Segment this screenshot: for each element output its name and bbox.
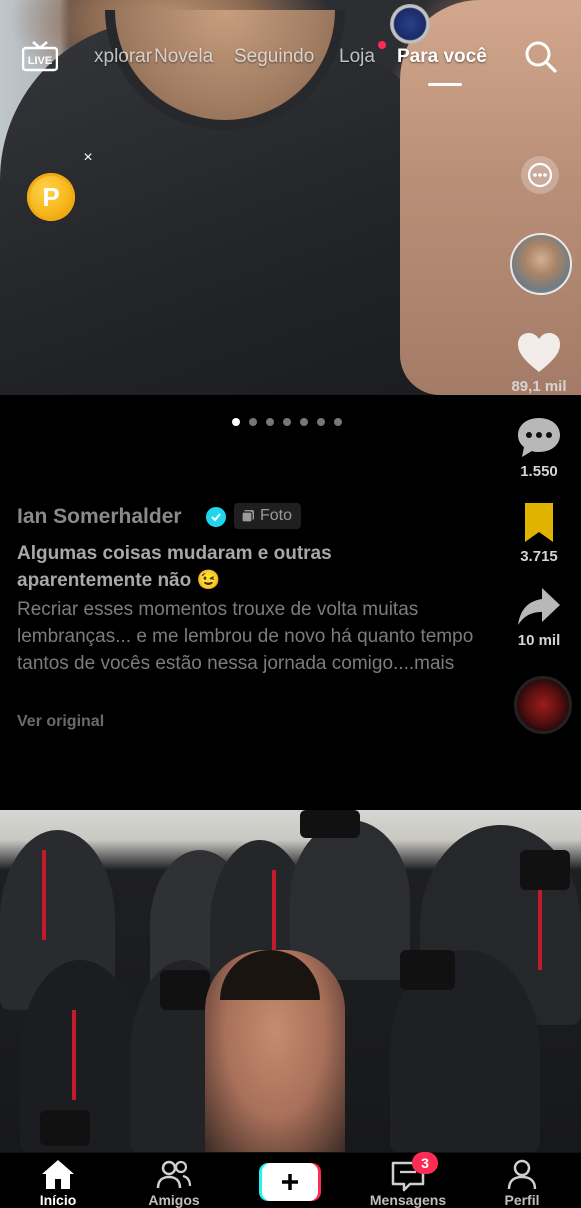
bookmark-icon[interactable] (514, 500, 564, 546)
search-icon[interactable] (524, 40, 558, 74)
tab-loja[interactable]: Loja (339, 46, 375, 68)
share-count: 10 mil (517, 632, 561, 649)
photo-camera (160, 970, 210, 1010)
carousel-dot[interactable] (334, 418, 342, 426)
comment-count: 1.550 (520, 463, 558, 480)
live-label: LIVE (28, 55, 52, 67)
photo-badge-label: Foto (260, 507, 293, 524)
tab-notification-dot (378, 41, 386, 49)
create-button[interactable] (259, 1163, 321, 1201)
photo-camera (40, 1110, 90, 1146)
messages-badge: 3 (412, 1152, 438, 1174)
coin-symbol: P (42, 181, 60, 212)
carousel-dot[interactable] (249, 418, 257, 426)
tab-explorar[interactable]: xplorar (94, 46, 152, 68)
photo-ring (390, 4, 430, 44)
carousel-dots (232, 418, 342, 428)
sound-disc-icon[interactable] (514, 676, 572, 734)
see-original-link[interactable]: Ver original (17, 713, 104, 731)
coin-close-icon[interactable]: × (80, 150, 96, 166)
verified-icon (206, 507, 226, 527)
live-icon[interactable]: LIVE (22, 40, 58, 72)
creator-avatar[interactable] (510, 233, 572, 295)
nav-label-amigos[interactable]: Amigos (124, 1192, 224, 1208)
author-name[interactable]: Ian Somerhalder (17, 505, 182, 529)
nav-label-perfil[interactable]: Perfil (472, 1192, 572, 1208)
carousel-dot[interactable] (300, 418, 308, 426)
nav-label-inicio[interactable]: Início (8, 1192, 108, 1208)
tab-novela[interactable]: Novela (154, 46, 213, 68)
photo-camera (520, 850, 570, 890)
home-icon[interactable] (40, 1158, 76, 1190)
emoji-reaction-button[interactable] (521, 156, 559, 194)
nav-label-mensagens[interactable]: Mensagens (358, 1192, 458, 1208)
post-description[interactable]: Recriar esses momentos trouxe de volta m… (17, 596, 487, 677)
active-tab-indicator (428, 83, 462, 86)
carousel-dot[interactable] (266, 418, 274, 426)
photo-lanyard (538, 890, 542, 970)
comment-icon[interactable] (514, 415, 564, 461)
carousel-dot[interactable] (317, 418, 325, 426)
heart-icon[interactable] (514, 330, 564, 376)
emoji-icon (527, 162, 553, 188)
photo-lanyard (272, 870, 276, 950)
photo-camera (400, 950, 455, 990)
share-icon[interactable] (514, 585, 564, 631)
profile-icon[interactable] (506, 1158, 538, 1190)
tab-seguindo[interactable]: Seguindo (234, 46, 314, 68)
photo-lanyard (42, 850, 46, 940)
friends-icon[interactable] (156, 1158, 192, 1190)
tab-para-voce[interactable]: Para você (397, 46, 487, 68)
post-photo-bottom[interactable] (0, 810, 581, 1153)
coin-reward-icon[interactable]: P (27, 173, 75, 221)
save-count: 3.715 (520, 548, 558, 565)
photo-lanyard (72, 1010, 76, 1100)
carousel-dot[interactable] (232, 418, 240, 426)
carousel-dot[interactable] (283, 418, 291, 426)
photo-badge: Foto (234, 503, 302, 529)
photo-icon (241, 510, 254, 523)
like-count: 89,1 mil (511, 378, 567, 395)
photo-camera (300, 810, 360, 838)
post-title: Algumas coisas mudaram e outras aparente… (17, 543, 332, 591)
